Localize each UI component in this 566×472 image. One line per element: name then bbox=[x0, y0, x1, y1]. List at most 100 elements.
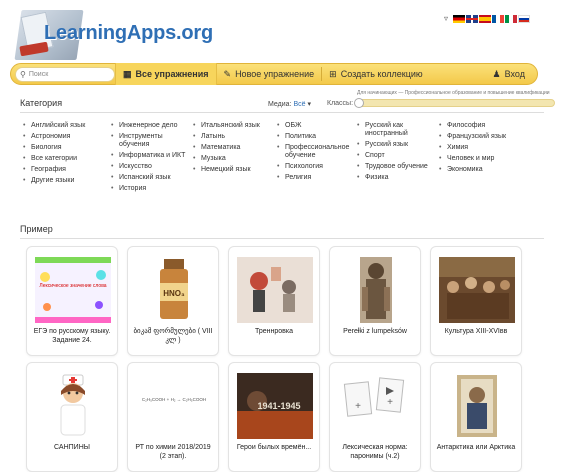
card-thumbnail: HNO₃ bbox=[136, 257, 212, 323]
example-card[interactable]: Perełki z lumpeksów bbox=[329, 246, 421, 356]
card-caption: Perełki z lumpeksów bbox=[343, 328, 407, 335]
category-link[interactable]: Английский язык bbox=[23, 122, 111, 130]
card-thumbnail: C₂H₅COOH + H₂ → C₂H₅COOH bbox=[136, 373, 212, 439]
category-link[interactable]: Итальянский язык bbox=[193, 122, 277, 130]
category-column: Инженерное дело Инструменты обучения Инфор… bbox=[111, 122, 193, 196]
category-link[interactable]: Трудовое обучение bbox=[357, 163, 439, 171]
category-link[interactable]: Информатика и ИКТ bbox=[111, 152, 193, 160]
flag-de-icon[interactable] bbox=[453, 14, 465, 23]
card-caption: Культура XIII-XVIвв bbox=[444, 328, 508, 335]
all-exercises-label: Все упражнения bbox=[135, 69, 209, 79]
category-link[interactable]: Экономика bbox=[439, 166, 519, 174]
examples-divider bbox=[20, 238, 544, 239]
flag-it-icon[interactable] bbox=[505, 14, 517, 23]
classes-slider[interactable] bbox=[354, 98, 555, 108]
pencil-icon: ✎ bbox=[223, 68, 232, 79]
media-filter[interactable]: Медиа: Всё ▾ bbox=[268, 100, 311, 108]
thumb-text: 1941-1945 bbox=[257, 401, 300, 411]
category-link[interactable]: Религия bbox=[277, 174, 357, 182]
card-caption: Лексическая норма: паронимы (ч.2) bbox=[342, 444, 408, 460]
user-icon: ♟ bbox=[492, 68, 501, 79]
category-link[interactable]: Другие языки bbox=[23, 177, 111, 185]
card-caption: ბიკამ ფორმულები ( VIII კლ ) bbox=[133, 328, 213, 344]
category-column: Итальянский язык Латынь Математика Музыка Не… bbox=[193, 122, 277, 196]
category-link[interactable]: Политика bbox=[277, 133, 357, 141]
example-card[interactable]: Культура XIII-XVIвв bbox=[430, 246, 522, 356]
chevron-down-icon: ▾ bbox=[307, 101, 311, 108]
category-link[interactable]: Все категории bbox=[23, 155, 111, 163]
classes-label: Классы: bbox=[327, 100, 354, 107]
category-link[interactable]: Испанский язык bbox=[111, 174, 193, 182]
example-card[interactable]: САНПИНЫ bbox=[26, 362, 118, 472]
category-column: Английский язык Астрономия Биология Все кат… bbox=[23, 122, 111, 196]
example-card[interactable]: 1941-1945 Герои былых времён... bbox=[228, 362, 320, 472]
category-link[interactable]: Спорт bbox=[357, 152, 439, 160]
category-link[interactable]: Русский язык bbox=[357, 141, 439, 149]
thumb-text: C₂H₅COOH + H₂ → C₂H₅COOH bbox=[142, 397, 206, 402]
card-caption: Герои былых времён... bbox=[236, 444, 312, 451]
card-thumbnail bbox=[439, 373, 515, 439]
grid-icon: ▦ bbox=[123, 68, 132, 79]
card-thumbnail bbox=[237, 257, 313, 323]
flag-ru-icon[interactable] bbox=[518, 14, 530, 23]
category-link[interactable]: ОБЖ bbox=[277, 122, 357, 130]
media-label: Медиа: bbox=[268, 101, 292, 108]
flag-fr-icon[interactable] bbox=[492, 14, 504, 23]
logo-text: LearningApps.org bbox=[44, 22, 214, 44]
search-placeholder: Поиск bbox=[28, 70, 49, 78]
new-exercise-tab[interactable]: ✎ Новое упражнение bbox=[217, 63, 322, 85]
example-card[interactable]: HNO₃ ბიკამ ფორმულები ( VIII კლ ) bbox=[127, 246, 219, 356]
card-thumbnail: + + bbox=[338, 373, 414, 439]
flag-es-icon[interactable] bbox=[479, 14, 491, 23]
category-link[interactable]: Человек и мир bbox=[439, 155, 519, 163]
category-column: ОБЖ Политика Профессиональное обучение Псих… bbox=[277, 122, 357, 196]
search-input[interactable]: ⚲ Поиск bbox=[15, 66, 115, 82]
slider-handle-min[interactable] bbox=[354, 98, 364, 108]
category-link[interactable]: Профессиональное обучение bbox=[277, 144, 357, 160]
category-link[interactable]: Русский как иностранный bbox=[357, 122, 439, 138]
flag-gb-icon[interactable] bbox=[466, 14, 478, 23]
category-link[interactable]: Биология bbox=[23, 144, 111, 152]
category-link[interactable]: Математика bbox=[193, 144, 277, 152]
create-collection-tab[interactable]: ⊞ Создать коллекцию bbox=[322, 63, 429, 85]
category-link[interactable]: Латынь bbox=[193, 133, 277, 141]
category-link[interactable]: Философия bbox=[439, 122, 519, 130]
category-link[interactable]: Инженерное дело bbox=[111, 122, 193, 130]
all-exercises-tab[interactable]: ▦ Все упражнения bbox=[115, 63, 217, 85]
category-link[interactable]: Астрономия bbox=[23, 133, 111, 141]
logo[interactable]: LearningApps.org bbox=[14, 10, 218, 62]
category-link[interactable]: Музыка bbox=[193, 155, 277, 163]
card-caption: САНПИНЫ bbox=[54, 444, 90, 451]
example-card[interactable]: Антарктика или Арктика bbox=[430, 362, 522, 472]
card-thumbnail: Лексическое значение слова bbox=[35, 257, 111, 323]
collection-icon: ⊞ bbox=[329, 68, 337, 79]
category-list: Английский язык Астрономия Биология Все кат… bbox=[23, 122, 519, 196]
main-toolbar: ⚲ Поиск ▦ Все упражнения ✎ Новое упражне… bbox=[10, 63, 538, 85]
examples-title: Пример bbox=[20, 224, 53, 234]
category-link[interactable]: Химия bbox=[439, 144, 519, 152]
new-exercise-label: Новое упражнение bbox=[235, 69, 315, 79]
example-card[interactable]: + + Лексическая норма: паронимы (ч.2) bbox=[329, 362, 421, 472]
card-caption: РТ по химии 2018/2019 (2 этап). bbox=[135, 444, 211, 460]
language-dropdown-icon[interactable]: ▿ bbox=[444, 14, 448, 23]
example-card[interactable]: Лексическое значение слова ЕГЭ по русско… bbox=[26, 246, 118, 356]
card-thumbnail: 1941-1945 bbox=[237, 373, 313, 439]
search-icon: ⚲ bbox=[20, 69, 26, 79]
card-caption: Антарктика или Арктика bbox=[436, 444, 516, 451]
media-value[interactable]: Всё bbox=[293, 101, 305, 108]
category-link[interactable]: Немецкий язык bbox=[193, 166, 277, 174]
category-link[interactable]: Психология bbox=[277, 163, 357, 171]
category-link[interactable]: Физика bbox=[357, 174, 439, 182]
category-link[interactable]: Инструменты обучения bbox=[111, 133, 193, 149]
category-link[interactable]: Французский язык bbox=[439, 133, 519, 141]
category-divider bbox=[20, 112, 544, 113]
language-selector[interactable]: ▿ bbox=[444, 14, 530, 23]
example-card[interactable]: C₂H₅COOH + H₂ → C₂H₅COOH РТ по химии 201… bbox=[127, 362, 219, 472]
slider-caption: Для начинающих — Профессиональное образо… bbox=[357, 90, 550, 96]
category-link[interactable]: Искусство bbox=[111, 163, 193, 171]
login-button[interactable]: ♟ Вход bbox=[493, 69, 525, 80]
card-caption: Треннровка bbox=[254, 328, 293, 335]
category-link[interactable]: География bbox=[23, 166, 111, 174]
example-card[interactable]: Треннровка bbox=[228, 246, 320, 356]
category-link[interactable]: История bbox=[111, 185, 193, 193]
